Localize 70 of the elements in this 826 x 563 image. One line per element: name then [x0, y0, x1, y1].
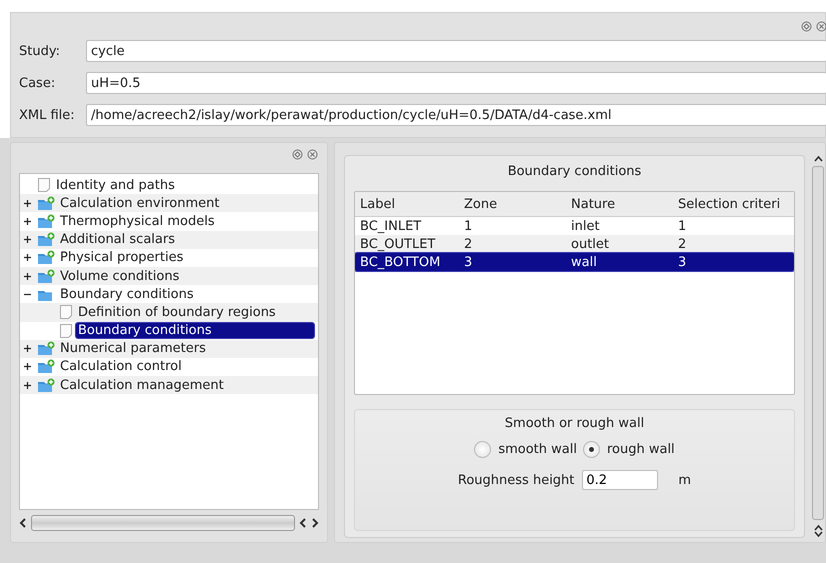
document-icon: [37, 177, 51, 194]
tree-item[interactable]: Physical properties: [58, 250, 314, 266]
scrollbar-handle[interactable]: [812, 166, 824, 520]
expand-icon[interactable]: [24, 218, 30, 225]
float-icon[interactable]: [801, 21, 812, 32]
table-row[interactable]: BC_INLET 1 inlet 1: [355, 217, 794, 235]
expand-icon[interactable]: [24, 382, 30, 389]
folder-add-icon: [37, 250, 55, 266]
close-icon[interactable]: [816, 21, 826, 32]
expand-icon[interactable]: [24, 363, 30, 370]
folder-add-icon: [37, 268, 55, 284]
case-field[interactable]: uH=0.5: [86, 72, 826, 94]
scroll-right-icon[interactable]: [311, 518, 319, 528]
column-header[interactable]: Selection criteri: [678, 196, 794, 212]
document-icon: [59, 322, 73, 339]
expand-icon[interactable]: [24, 200, 30, 207]
folder-add-icon: [37, 214, 55, 229]
table-cell-text: 3: [464, 254, 474, 270]
xml-file-field[interactable]: /home/acreech2/islay/work/perawat/production/cycle/uH=0.5/DATA/d4-case.xml: [86, 104, 826, 126]
expand-icon[interactable]: [24, 272, 30, 280]
scrollbar-handle[interactable]: [31, 515, 295, 531]
group-title: Smooth or rough wall: [504, 416, 644, 431]
table-cell-text: outlet: [571, 236, 610, 252]
radio-label: smooth wall: [498, 442, 577, 457]
field-label: Case:: [19, 76, 56, 90]
panel-title: Boundary conditions: [506, 164, 642, 179]
scroll-left-icon[interactable]: [19, 518, 27, 528]
expand-icon[interactable]: [24, 345, 30, 352]
column-header[interactable]: Nature: [571, 196, 678, 212]
table-cell-text: wall: [571, 254, 598, 270]
scroll-up-icon[interactable]: [814, 524, 822, 531]
table-row[interactable]: BC_OUTLET 2 outlet 2: [355, 235, 794, 253]
expand-icon[interactable]: [24, 236, 30, 244]
float-icon[interactable]: [292, 149, 303, 160]
field-label: Study:: [19, 44, 61, 58]
scroll-down-icon[interactable]: [814, 531, 822, 538]
tree-item[interactable]: Thermophysical models: [58, 214, 314, 229]
folder-add-icon: [37, 359, 55, 374]
table-cell-text: 1: [678, 218, 688, 234]
folder-add-icon: [37, 378, 55, 393]
folder-add-icon: [37, 196, 55, 211]
scroll-up-icon[interactable]: [814, 155, 822, 162]
table-cell-text: inlet: [571, 218, 601, 234]
radio-button[interactable]: [582, 441, 600, 458]
table-cell-text: 3: [678, 254, 688, 270]
expand-icon[interactable]: [24, 254, 30, 262]
study-field[interactable]: cycle: [86, 40, 826, 62]
roughness-field[interactable]: 0.2: [582, 470, 658, 490]
radio-label: rough wall: [606, 442, 675, 457]
unit-label: m: [678, 472, 692, 488]
tree-item[interactable]: Calculation control: [58, 359, 314, 374]
folder-add-icon: [37, 232, 55, 248]
table-row[interactable]: BC_BOTTOM 3 wall 3: [355, 253, 794, 271]
table-cell-text: BC_BOTTOM: [360, 254, 442, 270]
table-cell-text: 2: [678, 236, 688, 252]
table-cell-text: BC_INLET: [360, 218, 422, 234]
table-cell-text: 2: [464, 236, 474, 252]
column-header[interactable]: Zone: [464, 196, 571, 212]
close-icon[interactable]: [307, 149, 318, 160]
tree-item[interactable]: Identity and paths: [54, 178, 314, 193]
table-cell-text: 1: [464, 218, 474, 234]
field-label: Roughness height: [458, 472, 574, 488]
tree-item[interactable]: Boundary conditions: [58, 286, 314, 302]
column-header[interactable]: Label: [360, 196, 464, 212]
table-cell-text: BC_OUTLET: [360, 236, 436, 252]
field-label: XML file:: [19, 108, 76, 122]
scroll-left-icon[interactable]: [299, 518, 307, 528]
tree-item[interactable]: Boundary conditions: [76, 323, 314, 338]
radio-button[interactable]: [474, 441, 492, 458]
folder-add-icon: [37, 341, 55, 356]
